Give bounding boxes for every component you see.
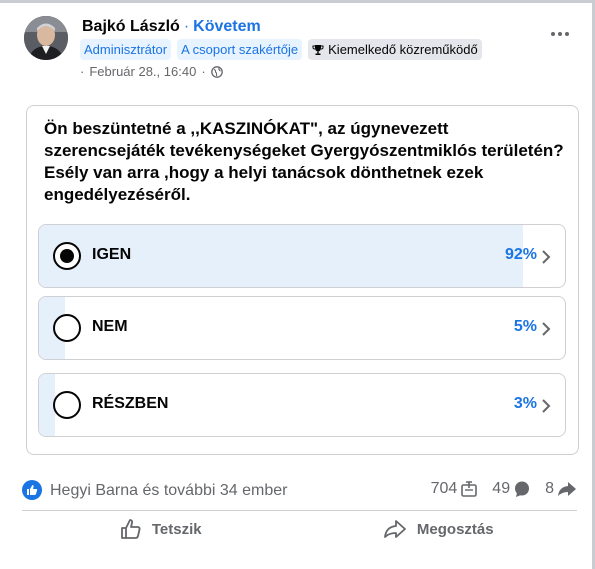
poll-option-label: RÉSZBEN [92,395,169,412]
poll-box-icon [461,481,478,497]
chevron-right-icon [542,399,551,413]
like-reaction-icon[interactable] [22,480,42,500]
votes-count[interactable]: 704 [431,480,479,498]
comments-number: 49 [492,480,511,497]
name-separator: · [183,18,190,35]
engagement-stats: Hegyi Barna és további 34 ember 704 49 8 [22,478,577,504]
poll-card: Ön beszüntetné a ,,KASZINÓKAT", az úgyne… [26,105,579,455]
meta-dot: · [80,64,85,79]
share-button[interactable]: Megosztás [300,514,578,544]
poll-option-percent: 92% [504,246,537,263]
trophy-icon [312,44,324,55]
poll-option-percent: 5% [513,318,537,335]
share-label: Megosztás [416,520,494,538]
poll-option-nem[interactable]: NEM 5% [38,296,566,360]
comment-bubble-icon [515,481,530,497]
globe-icon[interactable] [210,65,223,78]
like-button[interactable]: Tetszik [22,514,300,544]
votes-number: 704 [430,480,458,497]
thumbs-up-icon [120,519,141,539]
action-divider [22,510,577,511]
poll-option-percent: 3% [513,395,537,412]
comments-count[interactable]: 49 [492,480,531,498]
author-row: Bajkó László · Követem [82,18,261,36]
radio-icon[interactable] [53,314,81,342]
contributor-badge[interactable]: Kiemelkedő közreműködő [308,39,482,60]
chevron-right-icon [542,250,551,264]
meta-dot: · [201,64,206,79]
contributor-badge-label: Kiemelkedő közreműködő [328,42,478,57]
avatar[interactable] [24,16,68,60]
more-options-icon[interactable] [551,30,573,38]
poll-option-reszben[interactable]: RÉSZBEN 3% [38,373,566,437]
badge-row: Adminisztrátor A csoport szakértője Kiem… [80,39,482,60]
radio-selected-icon[interactable] [53,242,81,270]
shares-count[interactable]: 8 [545,480,577,498]
like-label: Tetszik [151,520,202,538]
counts-group: 704 49 8 [417,480,577,498]
poll-question: Ön beszüntetné a ,,KASZINÓKAT", az úgyne… [44,119,564,204]
share-arrow-icon [558,482,576,496]
chevron-right-icon [542,322,551,336]
expert-badge[interactable]: A csoport szakértője [177,39,303,60]
radio-icon[interactable] [53,391,81,419]
post-header: Bajkó László · Követem Adminisztrátor A … [24,14,575,84]
shares-number: 8 [545,480,554,497]
admin-badge[interactable]: Adminisztrátor [80,39,172,60]
top-border [0,0,595,3]
reactors-text[interactable]: Hegyi Barna és további 34 ember [50,482,287,500]
poll-option-label: NEM [92,318,128,335]
post-meta: · Február 28., 16:40 · [80,64,223,79]
timestamp[interactable]: Február 28., 16:40 [89,64,196,79]
poll-option-igen[interactable]: IGEN 92% [38,224,566,288]
poll-option-label: IGEN [92,246,132,263]
action-bar: Tetszik Megosztás [22,514,577,544]
author-name[interactable]: Bajkó László [82,18,180,36]
follow-button[interactable]: Követem [193,18,261,36]
share-icon [384,520,406,538]
